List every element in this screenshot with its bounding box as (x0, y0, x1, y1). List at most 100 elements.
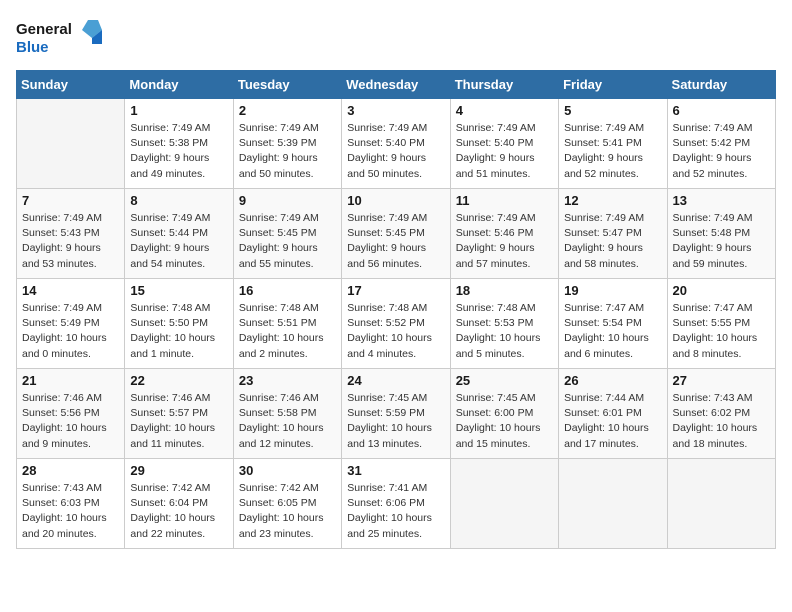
day-info: Sunrise: 7:49 AMSunset: 5:48 PMDaylight:… (673, 211, 770, 272)
day-number: 28 (22, 463, 119, 478)
day-info: Sunrise: 7:41 AMSunset: 6:06 PMDaylight:… (347, 481, 444, 542)
calendar-table: SundayMondayTuesdayWednesdayThursdayFrid… (16, 70, 776, 549)
day-info: Sunrise: 7:49 AMSunset: 5:45 PMDaylight:… (239, 211, 336, 272)
day-info: Sunrise: 7:46 AMSunset: 5:56 PMDaylight:… (22, 391, 119, 452)
day-info: Sunrise: 7:49 AMSunset: 5:47 PMDaylight:… (564, 211, 661, 272)
calendar-day-cell: 28 Sunrise: 7:43 AMSunset: 6:03 PMDayligh… (17, 459, 125, 549)
logo: General Blue (16, 16, 106, 60)
calendar-day-cell: 19 Sunrise: 7:47 AMSunset: 5:54 PMDayligh… (559, 279, 667, 369)
day-number: 22 (130, 373, 227, 388)
day-info: Sunrise: 7:49 AMSunset: 5:40 PMDaylight:… (347, 121, 444, 182)
day-info: Sunrise: 7:49 AMSunset: 5:49 PMDaylight:… (22, 301, 119, 362)
calendar-day-cell: 21 Sunrise: 7:46 AMSunset: 5:56 PMDayligh… (17, 369, 125, 459)
page-header: General Blue (16, 16, 776, 60)
day-info: Sunrise: 7:44 AMSunset: 6:01 PMDaylight:… (564, 391, 661, 452)
calendar-day-cell: 29Sunrise: 7:42 AMSunset: 6:04 PMDayligh… (125, 459, 233, 549)
calendar-day-cell: 4 Sunrise: 7:49 AMSunset: 5:40 PMDaylight… (450, 99, 558, 189)
day-number: 25 (456, 373, 553, 388)
day-info: Sunrise: 7:49 AMSunset: 5:42 PMDaylight:… (673, 121, 770, 182)
calendar-day-cell: 23Sunrise: 7:46 AMSunset: 5:58 PMDayligh… (233, 369, 341, 459)
day-info: Sunrise: 7:49 AMSunset: 5:45 PMDaylight:… (347, 211, 444, 272)
calendar-day-cell: 15Sunrise: 7:48 AMSunset: 5:50 PMDayligh… (125, 279, 233, 369)
day-info: Sunrise: 7:48 AMSunset: 5:53 PMDaylight:… (456, 301, 553, 362)
svg-text:Blue: Blue (16, 39, 49, 56)
calendar-day-cell: 18 Sunrise: 7:48 AMSunset: 5:53 PMDayligh… (450, 279, 558, 369)
day-number: 9 (239, 193, 336, 208)
day-number: 6 (673, 103, 770, 118)
day-info: Sunrise: 7:49 AMSunset: 5:44 PMDaylight:… (130, 211, 227, 272)
calendar-day-cell: 1 Sunrise: 7:49 AMSunset: 5:38 PMDaylight… (125, 99, 233, 189)
calendar-day-cell: 12 Sunrise: 7:49 AMSunset: 5:47 PMDayligh… (559, 189, 667, 279)
day-info: Sunrise: 7:45 AMSunset: 6:00 PMDaylight:… (456, 391, 553, 452)
day-number: 29 (130, 463, 227, 478)
calendar-week-row: 21 Sunrise: 7:46 AMSunset: 5:56 PMDayligh… (17, 369, 776, 459)
calendar-day-cell: 13 Sunrise: 7:49 AMSunset: 5:48 PMDayligh… (667, 189, 775, 279)
day-number: 17 (347, 283, 444, 298)
day-info: Sunrise: 7:47 AMSunset: 5:54 PMDaylight:… (564, 301, 661, 362)
day-info: Sunrise: 7:48 AMSunset: 5:50 PMDaylight:… (130, 301, 227, 362)
day-info: Sunrise: 7:48 AMSunset: 5:51 PMDaylight:… (239, 301, 336, 362)
day-info: Sunrise: 7:46 AMSunset: 5:57 PMDaylight:… (130, 391, 227, 452)
day-number: 1 (130, 103, 227, 118)
day-number: 26 (564, 373, 661, 388)
day-number: 27 (673, 373, 770, 388)
day-info: Sunrise: 7:43 AMSunset: 6:03 PMDaylight:… (22, 481, 119, 542)
calendar-day-cell: 17 Sunrise: 7:48 AMSunset: 5:52 PMDayligh… (342, 279, 450, 369)
day-number: 12 (564, 193, 661, 208)
day-number: 20 (673, 283, 770, 298)
weekday-header: Saturday (667, 71, 775, 99)
calendar-day-cell: 20 Sunrise: 7:47 AMSunset: 5:55 PMDayligh… (667, 279, 775, 369)
day-info: Sunrise: 7:48 AMSunset: 5:52 PMDaylight:… (347, 301, 444, 362)
calendar-day-cell: 11 Sunrise: 7:49 AMSunset: 5:46 PMDayligh… (450, 189, 558, 279)
calendar-day-cell (559, 459, 667, 549)
calendar-day-cell: 3Sunrise: 7:49 AMSunset: 5:40 PMDaylight… (342, 99, 450, 189)
day-info: Sunrise: 7:49 AMSunset: 5:41 PMDaylight:… (564, 121, 661, 182)
weekday-header: Sunday (17, 71, 125, 99)
day-number: 24 (347, 373, 444, 388)
calendar-day-cell (667, 459, 775, 549)
day-number: 21 (22, 373, 119, 388)
weekday-header: Friday (559, 71, 667, 99)
calendar-day-cell: 5Sunrise: 7:49 AMSunset: 5:41 PMDaylight… (559, 99, 667, 189)
day-number: 14 (22, 283, 119, 298)
day-number: 7 (22, 193, 119, 208)
calendar-day-cell: 31 Sunrise: 7:41 AMSunset: 6:06 PMDayligh… (342, 459, 450, 549)
day-info: Sunrise: 7:49 AMSunset: 5:46 PMDaylight:… (456, 211, 553, 272)
calendar-week-row: 7 Sunrise: 7:49 AMSunset: 5:43 PMDaylight… (17, 189, 776, 279)
day-number: 30 (239, 463, 336, 478)
day-info: Sunrise: 7:49 AMSunset: 5:38 PMDaylight:… (130, 121, 227, 182)
day-number: 11 (456, 193, 553, 208)
calendar-day-cell: 8 Sunrise: 7:49 AMSunset: 5:44 PMDaylight… (125, 189, 233, 279)
day-info: Sunrise: 7:49 AMSunset: 5:39 PMDaylight:… (239, 121, 336, 182)
calendar-day-cell: 24Sunrise: 7:45 AMSunset: 5:59 PMDayligh… (342, 369, 450, 459)
day-number: 2 (239, 103, 336, 118)
day-number: 19 (564, 283, 661, 298)
day-number: 13 (673, 193, 770, 208)
calendar-day-cell: 14 Sunrise: 7:49 AMSunset: 5:49 PMDayligh… (17, 279, 125, 369)
day-number: 10 (347, 193, 444, 208)
calendar-week-row: 1 Sunrise: 7:49 AMSunset: 5:38 PMDaylight… (17, 99, 776, 189)
day-number: 18 (456, 283, 553, 298)
calendar-day-cell: 25 Sunrise: 7:45 AMSunset: 6:00 PMDayligh… (450, 369, 558, 459)
day-info: Sunrise: 7:49 AMSunset: 5:40 PMDaylight:… (456, 121, 553, 182)
calendar-day-cell: 10 Sunrise: 7:49 AMSunset: 5:45 PMDayligh… (342, 189, 450, 279)
calendar-week-row: 14 Sunrise: 7:49 AMSunset: 5:49 PMDayligh… (17, 279, 776, 369)
day-number: 4 (456, 103, 553, 118)
day-info: Sunrise: 7:49 AMSunset: 5:43 PMDaylight:… (22, 211, 119, 272)
day-number: 31 (347, 463, 444, 478)
logo-svg: General Blue (16, 16, 106, 60)
calendar-day-cell: 2 Sunrise: 7:49 AMSunset: 5:39 PMDaylight… (233, 99, 341, 189)
weekday-header: Thursday (450, 71, 558, 99)
day-info: Sunrise: 7:47 AMSunset: 5:55 PMDaylight:… (673, 301, 770, 362)
calendar-day-cell: 30 Sunrise: 7:42 AMSunset: 6:05 PMDayligh… (233, 459, 341, 549)
calendar-day-cell: 16 Sunrise: 7:48 AMSunset: 5:51 PMDayligh… (233, 279, 341, 369)
calendar-day-cell: 26 Sunrise: 7:44 AMSunset: 6:01 PMDayligh… (559, 369, 667, 459)
weekday-header-row: SundayMondayTuesdayWednesdayThursdayFrid… (17, 71, 776, 99)
calendar-week-row: 28 Sunrise: 7:43 AMSunset: 6:03 PMDayligh… (17, 459, 776, 549)
day-info: Sunrise: 7:46 AMSunset: 5:58 PMDaylight:… (239, 391, 336, 452)
day-info: Sunrise: 7:43 AMSunset: 6:02 PMDaylight:… (673, 391, 770, 452)
day-number: 8 (130, 193, 227, 208)
calendar-day-cell: 27 Sunrise: 7:43 AMSunset: 6:02 PMDayligh… (667, 369, 775, 459)
day-number: 16 (239, 283, 336, 298)
day-info: Sunrise: 7:42 AMSunset: 6:05 PMDaylight:… (239, 481, 336, 542)
